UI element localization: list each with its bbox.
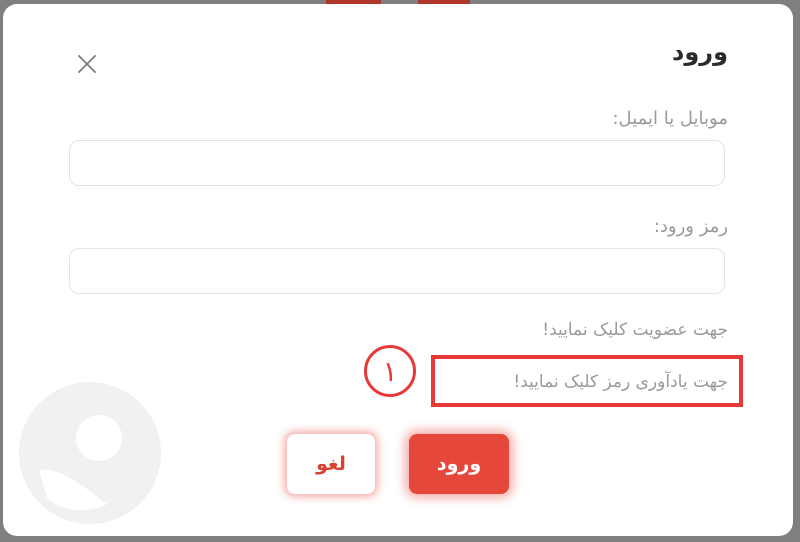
login-dialog: ورود موبایل یا ایمیل: رمز ورود: جهت عضوی… — [3, 4, 793, 536]
mobile-email-input[interactable] — [69, 140, 725, 186]
register-link[interactable]: جهت عضویت کلیک نمایید! — [542, 320, 728, 340]
password-label: رمز ورود: — [653, 216, 728, 237]
annotation-highlight-box — [431, 355, 743, 407]
mobile-email-label: موبایل یا ایمیل: — [612, 108, 728, 129]
password-input[interactable] — [69, 248, 725, 294]
user-avatar-icon — [19, 382, 161, 524]
annotation-step-badge: ۱ — [364, 345, 416, 397]
cancel-button[interactable]: لغو — [287, 434, 375, 494]
close-icon[interactable] — [73, 50, 101, 78]
dialog-title: ورود — [672, 38, 728, 66]
login-button[interactable]: ورود — [409, 434, 509, 494]
